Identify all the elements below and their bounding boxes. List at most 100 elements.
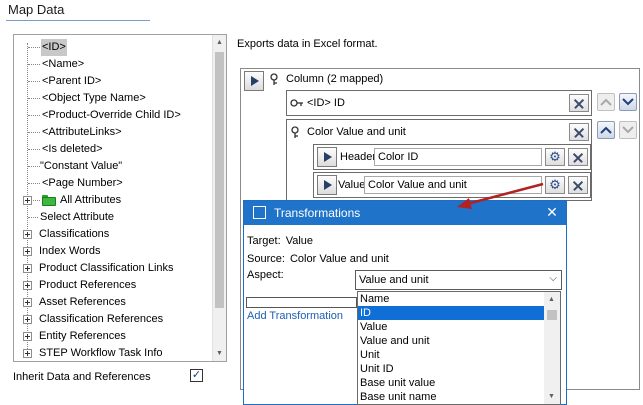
- window-icon: [253, 206, 266, 219]
- page-title: Map Data: [8, 2, 65, 17]
- format-description: Exports data in Excel format.: [237, 38, 378, 50]
- tree-item-label: <Page Number>: [42, 177, 123, 189]
- key-icon: [290, 99, 303, 107]
- tree-connector: [28, 98, 40, 99]
- move-down-button[interactable]: [619, 93, 637, 111]
- tree-item-label: <Object Type Name>: [42, 92, 146, 104]
- remove-id-mapping-button[interactable]: [569, 94, 589, 112]
- aspect-option-base-unit-name[interactable]: Base unit name: [358, 390, 545, 404]
- move-up-button[interactable]: [597, 93, 615, 111]
- tree-item-label: <Name>: [42, 58, 85, 70]
- aspect-option-value-and-unit[interactable]: Value and unit: [358, 334, 545, 348]
- target-value: Value: [285, 235, 314, 247]
- tree-item-label: STEP Workflow Task Info: [39, 347, 163, 359]
- source-label: Source:: [247, 253, 285, 265]
- expand-icon[interactable]: [23, 315, 32, 324]
- header-label: Header: [340, 151, 377, 163]
- tree-item-label: Asset References: [39, 296, 126, 308]
- tree-item-label: Product References: [39, 279, 137, 291]
- tree-item-label: <AttributeLinks>: [42, 126, 122, 138]
- tree-connector: [28, 217, 38, 218]
- value-expand-button[interactable]: [317, 175, 337, 195]
- tree-item-label: <ID>: [41, 39, 67, 56]
- tree-item-label: Entity References: [39, 330, 126, 342]
- aspect-options-list[interactable]: Name ID Value Value and unit Unit Unit I…: [357, 291, 561, 405]
- color-row-label: Color Value and unit: [307, 126, 406, 138]
- expand-icon[interactable]: [23, 196, 32, 205]
- source-line: Source: Color Value and unit: [247, 253, 389, 265]
- tree-item-label: Product Classification Links: [39, 262, 174, 274]
- aspect-dropdown[interactable]: Value and unit ⌵: [355, 270, 562, 290]
- scroll-up-icon[interactable]: ▲: [545, 293, 558, 306]
- remove-header-button[interactable]: [568, 148, 588, 166]
- header-transform-button[interactable]: ⚙: [545, 148, 565, 166]
- expand-icon[interactable]: [23, 264, 32, 273]
- aspect-option-unit-id[interactable]: Unit ID: [358, 362, 545, 376]
- dialog-title: Transformations: [274, 206, 361, 220]
- target-line: Target: Value: [247, 235, 313, 247]
- transformation-input[interactable]: [246, 297, 357, 308]
- aspect-option-base-unit-value[interactable]: Base unit value: [358, 376, 545, 390]
- tree-connector: [33, 200, 40, 201]
- scrollbar-thumb[interactable]: [547, 310, 557, 320]
- list-scrollbar[interactable]: ▲ ▼: [544, 292, 560, 404]
- remove-value-button[interactable]: [568, 176, 588, 194]
- header-expand-button[interactable]: [317, 147, 337, 167]
- expand-icon[interactable]: [23, 230, 32, 239]
- title-divider: [6, 20, 150, 21]
- source-value: Color Value and unit: [289, 253, 389, 265]
- target-label: Target:: [247, 235, 281, 247]
- scroll-down-icon[interactable]: ▼: [213, 347, 226, 360]
- column-expand-button[interactable]: [244, 71, 264, 91]
- column-label: Column (2 mapped): [286, 73, 384, 85]
- expand-icon[interactable]: [23, 298, 32, 307]
- inherit-checkbox[interactable]: ✓: [190, 369, 203, 382]
- tree-item-label: All Attributes: [60, 194, 122, 206]
- scrollbar-thumb[interactable]: [215, 52, 224, 308]
- tree-item-label: Classification References: [39, 313, 164, 325]
- tree-connector: [28, 81, 40, 82]
- gear-icon: ⚙: [549, 149, 561, 164]
- value-label: Value: [338, 179, 366, 191]
- gear-icon: ⚙: [549, 177, 561, 192]
- tree-item-label: Select Attribute: [40, 211, 114, 223]
- source-tree[interactable]: <ID> <Name> <Parent ID> <Object Type Nam…: [13, 34, 227, 362]
- remove-color-mapping-button[interactable]: [569, 123, 589, 141]
- tree-connector: [28, 132, 40, 133]
- move-down-button[interactable]: [619, 121, 637, 139]
- tree-item-label: "Constant Value": [40, 160, 123, 172]
- scroll-down-icon[interactable]: ▼: [545, 390, 558, 403]
- annotation-arrow: [457, 182, 544, 209]
- tree-connector: [28, 47, 40, 48]
- tree-connector: [28, 115, 40, 116]
- id-row-label: <ID> ID: [307, 97, 345, 109]
- expand-icon[interactable]: [23, 247, 32, 256]
- aspect-label: Aspect:: [247, 269, 284, 281]
- tree-item-id[interactable]: <ID>: [14, 39, 209, 56]
- aspect-option-unit[interactable]: Unit: [358, 348, 545, 362]
- tree-scrollbar[interactable]: ▲ ▼: [212, 35, 226, 361]
- inherit-label: Inherit Data and References: [13, 371, 151, 383]
- aspect-option-name[interactable]: Name: [358, 292, 545, 306]
- expand-icon[interactable]: [23, 332, 32, 341]
- add-transformation-link[interactable]: Add Transformation: [247, 310, 343, 322]
- tree-connector: [28, 166, 40, 167]
- move-up-button[interactable]: [597, 121, 615, 139]
- header-value-field[interactable]: Color ID: [374, 148, 542, 166]
- tree-item-label: <Parent ID>: [42, 75, 102, 87]
- tree-item-label: Classifications: [39, 228, 110, 240]
- tree-item-label: <Product-Override Child ID>: [42, 109, 181, 121]
- tree-connector: [28, 183, 40, 184]
- scroll-up-icon[interactable]: ▲: [213, 36, 226, 49]
- aspect-option-id[interactable]: ID: [358, 306, 545, 320]
- aspect-option-value[interactable]: Value: [358, 320, 545, 334]
- expand-icon[interactable]: [23, 281, 32, 290]
- tree-connector: [28, 149, 40, 150]
- tree-connector: [28, 64, 40, 65]
- tree-item-label: Index Words: [39, 245, 101, 257]
- chevron-down-icon: ⌵: [549, 273, 557, 284]
- expand-icon[interactable]: [23, 349, 32, 358]
- aspect-selected-value: Value and unit: [359, 274, 429, 286]
- id-mapping-row: <ID> ID: [286, 90, 592, 116]
- key-icon: [270, 73, 278, 85]
